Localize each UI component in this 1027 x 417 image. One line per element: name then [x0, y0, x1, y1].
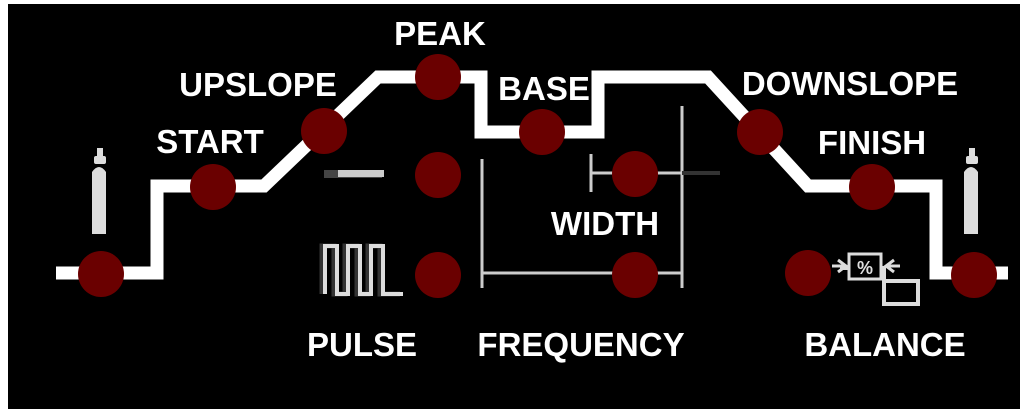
base-indicator[interactable]: [519, 109, 565, 155]
frequency-indicator[interactable]: [612, 252, 658, 298]
peak-current-indicator[interactable]: [415, 152, 461, 198]
peak-label: PEAK: [394, 15, 486, 52]
start-label: START: [156, 123, 264, 160]
welder-control-panel: % PEAK UPSLOPE START BASE DOWNSLOPE FINI…: [8, 4, 1020, 409]
width-indicator[interactable]: [612, 151, 658, 197]
balance-indicator[interactable]: [785, 250, 831, 296]
peak-indicator[interactable]: [415, 54, 461, 100]
finish-label: FINISH: [818, 124, 926, 161]
downslope-indicator[interactable]: [737, 109, 783, 155]
pulse-indicator[interactable]: [415, 252, 461, 298]
post-flow-indicator[interactable]: [951, 252, 997, 298]
base-label: BASE: [498, 70, 590, 107]
pre-flow-indicator[interactable]: [78, 251, 124, 297]
upslope-indicator[interactable]: [301, 108, 347, 154]
balance-label: BALANCE: [804, 326, 965, 363]
balance-waveform-icon: %: [832, 252, 920, 306]
gas-post-flow-icon: [964, 148, 978, 234]
upslope-label: UPSLOPE: [179, 66, 337, 103]
frequency-label: FREQUENCY: [477, 326, 684, 363]
start-indicator[interactable]: [190, 164, 236, 210]
pulse-waveform-icon: [319, 243, 403, 297]
gas-pre-flow-icon: [92, 148, 106, 234]
balance-percent-symbol: %: [857, 258, 873, 278]
width-label: WIDTH: [551, 205, 659, 242]
pulse-label: PULSE: [307, 326, 417, 363]
weld-sequence-diagram: % PEAK UPSLOPE START BASE DOWNSLOPE FINI…: [56, 15, 1008, 363]
peak-current-dash-highlight: [338, 170, 384, 177]
finish-indicator[interactable]: [849, 164, 895, 210]
downslope-label: DOWNSLOPE: [742, 65, 958, 102]
